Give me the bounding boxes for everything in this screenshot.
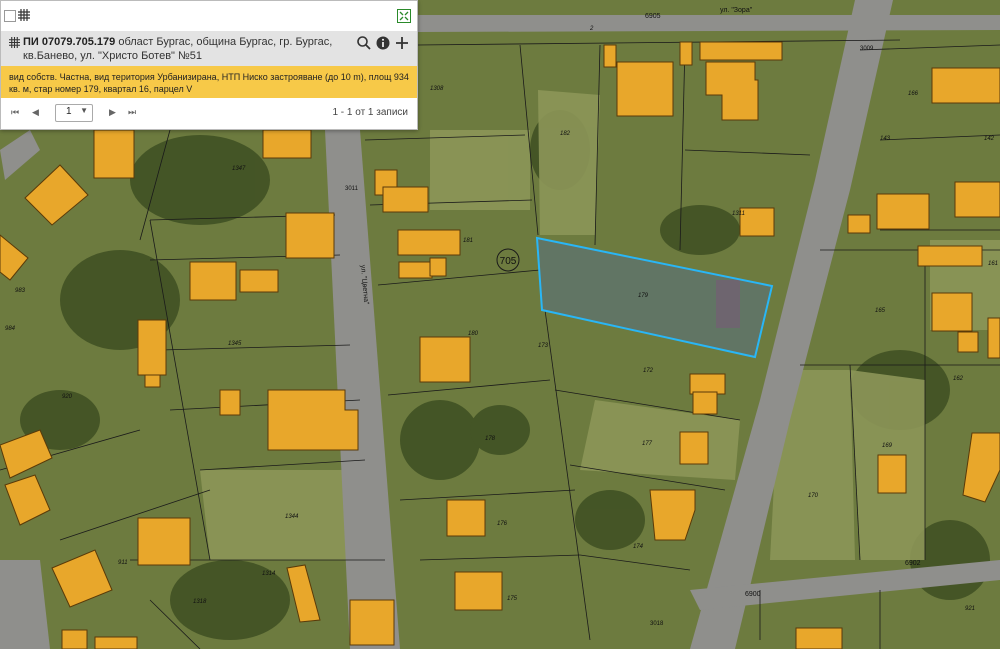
parcel-label-165: 165 <box>875 308 886 314</box>
parcel-label-921: 921 <box>965 606 975 612</box>
parcel-label-983: 983 <box>15 288 26 294</box>
result-title-bar[interactable]: ПИ 07079.705.179 област Бургас, община Б… <box>1 31 417 66</box>
parcel-label-1308: 1308 <box>430 86 444 92</box>
search-result-panel: ПИ 07079.705.179 област Бургас, община Б… <box>0 0 418 130</box>
parcel-label-1344: 1344 <box>285 514 299 520</box>
parcel-label-169: 169 <box>882 443 893 449</box>
parcel-label-175: 175 <box>507 596 518 602</box>
panel-toolbar <box>1 1 417 31</box>
parcel-label-170: 170 <box>808 493 819 499</box>
search-icon[interactable] <box>355 34 373 52</box>
parcel-label-920: 920 <box>62 394 73 400</box>
parcel-label-1318: 1318 <box>193 599 207 605</box>
road-label-zora: ул. "Зора" <box>720 7 753 14</box>
svg-text:705: 705 <box>500 256 517 267</box>
parcel-label-166: 166 <box>908 91 919 97</box>
parcel-label-1311: 1311 <box>732 211 745 217</box>
parcel-label-172: 172 <box>643 368 654 374</box>
grid-icon <box>9 37 20 48</box>
parcel-label-1345: 1345 <box>228 341 242 347</box>
page-select-value: 1 <box>66 106 72 117</box>
parcel-label-181: 181 <box>463 238 473 244</box>
parcel-label-161: 161 <box>988 261 998 267</box>
parcel-label-176: 176 <box>497 521 508 527</box>
expand-icon[interactable] <box>397 9 411 23</box>
road-id-6902: 6902 <box>905 560 921 567</box>
parcel-details: вид собств. Частна, вид територия Урбани… <box>1 66 417 98</box>
records-count: 1 - 1 от 1 записи <box>332 107 408 118</box>
parcel-label-911: 911 <box>118 560 128 566</box>
parcel-label-1347: 1347 <box>232 166 246 172</box>
parcel-label-143: 143 <box>880 136 891 142</box>
page-select[interactable]: 1 ▼ <box>55 104 93 122</box>
parcel-label-173: 173 <box>538 343 549 349</box>
road-id-6905: 6905 <box>645 13 661 20</box>
parcel-label-180: 180 <box>468 331 479 337</box>
chevron-down-icon: ▼ <box>80 106 88 115</box>
last-page-button[interactable]: ⏭ <box>128 107 136 118</box>
parcel-details-text: вид собств. Частна, вид територия Урбани… <box>9 72 409 94</box>
parcel-label-1314: 1314 <box>262 571 276 577</box>
parcel-label-182: 182 <box>560 131 571 137</box>
info-icon[interactable] <box>374 34 392 52</box>
prev-page-button[interactable]: ◀ <box>32 107 39 118</box>
parcel-label-984: 984 <box>5 326 16 332</box>
parcel-label-162: 162 <box>953 376 964 382</box>
road-id-3011: 3011 <box>345 186 359 192</box>
road-id-3009: 3009 <box>860 46 874 52</box>
parcel-label-179: 179 <box>638 293 649 299</box>
parcel-label-174: 174 <box>633 544 644 550</box>
road-id-6900: 6900 <box>745 591 761 598</box>
grid-icon[interactable] <box>18 9 30 21</box>
plus-icon[interactable] <box>393 34 411 52</box>
first-page-button[interactable]: ⏮ <box>11 107 19 118</box>
parcel-label-2: 2 <box>589 26 594 32</box>
result-title: ПИ 07079.705.179 област Бургас, община Б… <box>23 35 349 63</box>
pagination: ⏮ ◀ 1 ▼ ▶ ⏭ 1 - 1 от 1 записи <box>1 98 417 129</box>
parcel-label-177: 177 <box>642 441 653 447</box>
select-checkbox[interactable] <box>4 10 16 22</box>
next-page-button[interactable]: ▶ <box>109 107 116 118</box>
parcel-id: ПИ 07079.705.179 <box>23 36 116 48</box>
road-id-3018: 3018 <box>650 621 664 627</box>
parcel-label-142: 142 <box>984 136 995 142</box>
parcel-label-178: 178 <box>485 436 496 442</box>
